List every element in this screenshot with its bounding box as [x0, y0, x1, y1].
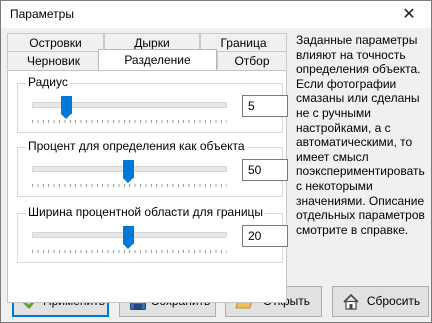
- object-percent-label: Процент для определения как объекта: [26, 139, 247, 153]
- border-width-value-field[interactable]: 20: [242, 225, 288, 247]
- border-width-slider-ticks: [32, 250, 227, 253]
- tab-islands[interactable]: Островки: [7, 33, 104, 51]
- tab-selection[interactable]: Отбор: [217, 51, 287, 69]
- border-width-group: Ширина процентной области для границы 20: [17, 205, 288, 263]
- window-title: Параметры: [10, 7, 74, 21]
- parameters-dialog: Параметры ✕ Островки Дырки Граница Черно…: [0, 0, 432, 323]
- radius-label: Радиус: [26, 75, 70, 89]
- close-icon[interactable]: ✕: [387, 1, 431, 28]
- separation-tab-panel: Радиус 5 Процент для определения как объ…: [7, 70, 288, 303]
- home-icon: [343, 293, 359, 310]
- dialog-body: Островки Дырки Граница Черновик Разделен…: [1, 28, 431, 322]
- tab-draft[interactable]: Черновик: [7, 51, 100, 69]
- object-percent-slider-thumb[interactable]: [123, 160, 134, 183]
- radius-group: Радиус 5: [17, 75, 288, 133]
- reset-button[interactable]: Сбросить: [332, 286, 429, 317]
- border-width-label: Ширина процентной области для границы: [26, 205, 266, 219]
- object-percent-group: Процент для определения как объекта 50: [17, 139, 288, 197]
- title-bar: Параметры ✕: [1, 1, 431, 28]
- radius-value-field[interactable]: 5: [242, 95, 288, 117]
- radius-slider-thumb[interactable]: [61, 96, 72, 119]
- tab-separation[interactable]: Разделение: [98, 49, 217, 70]
- reset-button-label: Сбросить: [366, 294, 421, 308]
- border-width-slider-thumb[interactable]: [123, 226, 134, 249]
- radius-slider-ticks: [32, 120, 227, 123]
- object-percent-value-field[interactable]: 50: [242, 159, 288, 181]
- object-percent-slider-ticks: [32, 184, 227, 187]
- help-text: Заданные параметры влияют на точность оп…: [296, 33, 425, 237]
